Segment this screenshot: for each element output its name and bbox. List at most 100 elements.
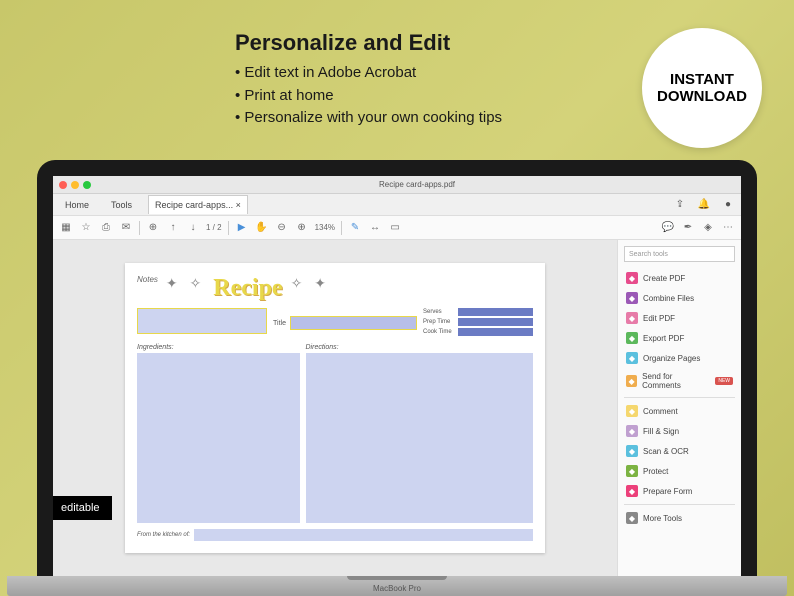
acrobat-window: Recipe card-apps.pdf Home Tools Recipe c… [53, 176, 741, 576]
tools-sidebar: Search tools ◆ Create PDF ◆ Combine Files ◆ E… [617, 240, 741, 576]
page-up-icon[interactable]: ↑ [166, 221, 180, 235]
serves-input[interactable] [458, 308, 533, 316]
tool-label: More Tools [643, 514, 682, 523]
cook-label: Cook Time [423, 329, 455, 335]
laptop-base: MacBook Pro [7, 576, 787, 596]
tool-comment[interactable]: ◆ Comment [624, 401, 735, 421]
tool-organize-pages[interactable]: ◆ Organize Pages [624, 348, 735, 368]
tool-label: Protect [643, 467, 668, 476]
edit-icon: ◆ [626, 312, 638, 324]
title-label: Title [273, 320, 286, 327]
user-icon[interactable]: ● [721, 198, 735, 212]
headline: Personalize and Edit [235, 30, 450, 56]
tool-label: Organize Pages [643, 354, 700, 363]
star-icon[interactable]: ☆ [79, 221, 93, 235]
tool-label: Send for Comments [642, 372, 708, 390]
comment-tool-icon[interactable]: 💬 [661, 221, 675, 235]
zoom-level[interactable]: 134% [315, 223, 335, 232]
print-icon[interactable]: ⎙ [99, 221, 113, 235]
zoom-out-icon[interactable]: ⊖ [275, 221, 289, 235]
tool-create-pdf[interactable]: ◆ Create PDF [624, 268, 735, 288]
bullet-list: Edit text in Adobe Acrobat Print at home… [235, 62, 502, 130]
send-icon: ◆ [626, 375, 637, 387]
tool-protect[interactable]: ◆ Protect [624, 461, 735, 481]
tool-prepare-form[interactable]: ◆ Prepare Form [624, 481, 735, 501]
search-tools-input[interactable]: Search tools [624, 246, 735, 262]
instant-download-badge: INSTANT DOWNLOAD [642, 28, 762, 148]
combine-icon: ◆ [626, 292, 638, 304]
fill-icon: ◆ [626, 425, 638, 437]
hand-tool-icon[interactable]: ✋ [255, 221, 269, 235]
serves-label: Serves [423, 309, 455, 315]
tool-label: Comment [643, 407, 678, 416]
sidebar-toggle-icon[interactable]: ▦ [59, 221, 73, 235]
ingredients-input[interactable] [137, 353, 300, 523]
tool-send-for-comments[interactable]: ◆ Send for Comments NEW [624, 368, 735, 394]
tool-export-pdf[interactable]: ◆ Export PDF [624, 328, 735, 348]
bullet-item: Personalize with your own cooking tips [235, 107, 502, 130]
sparkle-icon: ✧ ✦ [291, 275, 330, 292]
tool-scan-ocr[interactable]: ◆ Scan & OCR [624, 441, 735, 461]
tool-label: Prepare Form [643, 487, 692, 496]
mail-icon[interactable]: ✉ [119, 221, 133, 235]
cook-input[interactable] [458, 328, 533, 336]
directions-input[interactable] [306, 353, 534, 523]
read-mode-icon[interactable]: ▭ [388, 221, 402, 235]
tool-edit-pdf[interactable]: ◆ Edit PDF [624, 308, 735, 328]
toolbar: ▦ ☆ ⎙ ✉ ⊕ ↑ ↓ 1 / 2 ▶ ✋ ⊖ ⊕ 134% ✎ ↔ [53, 216, 741, 240]
stamp-tool-icon[interactable]: ◈ [701, 221, 715, 235]
recipe-card-page: Notes ✦ ✧ Recipe ✧ ✦ Title [125, 263, 545, 553]
tool-label: Create PDF [643, 274, 685, 283]
scan-icon: ◆ [626, 445, 638, 457]
maximize-icon[interactable] [83, 181, 91, 189]
sparkle-icon: ✦ ✧ [166, 275, 205, 292]
tool-label: Edit PDF [643, 314, 675, 323]
tool-label: Export PDF [643, 334, 684, 343]
bell-icon[interactable]: 🔔 [697, 198, 711, 212]
tool-combine-files[interactable]: ◆ Combine Files [624, 288, 735, 308]
fit-width-icon[interactable]: ↔ [368, 221, 382, 235]
ingredients-label: Ingredients: [137, 344, 300, 351]
more-icon: ◆ [626, 512, 638, 524]
tab-bar: Home Tools Recipe card-apps... × ⇪ 🔔 ● [53, 194, 741, 216]
notes-label: Notes [137, 275, 158, 284]
bullet-item: Edit text in Adobe Acrobat [235, 62, 502, 85]
tool-label: Fill & Sign [643, 427, 679, 436]
from-kitchen-input[interactable] [194, 529, 533, 541]
editable-tag: editable [53, 496, 112, 520]
directions-label: Directions: [306, 344, 534, 351]
laptop-mockup: Recipe card-apps.pdf Home Tools Recipe c… [37, 160, 757, 596]
find-icon[interactable]: ⊕ [146, 221, 160, 235]
notes-input[interactable] [137, 308, 267, 334]
select-tool-icon[interactable]: ▶ [235, 221, 249, 235]
tool-fill-sign[interactable]: ◆ Fill & Sign [624, 421, 735, 441]
window-title: Recipe card-apps.pdf [99, 180, 735, 189]
from-kitchen-label: From the kitchen of: [137, 532, 190, 538]
page-down-icon[interactable]: ↓ [186, 221, 200, 235]
tab-home[interactable]: Home [59, 196, 95, 214]
zoom-in-icon[interactable]: ⊕ [295, 221, 309, 235]
share-icon[interactable]: ⇪ [673, 198, 687, 212]
sign-tool-icon[interactable]: ✒ [681, 221, 695, 235]
tool-label: Scan & OCR [643, 447, 689, 456]
recipe-script-title: Recipe [213, 275, 282, 302]
protect-icon: ◆ [626, 465, 638, 477]
prep-input[interactable] [458, 318, 533, 326]
organize-icon: ◆ [626, 352, 638, 364]
document-canvas[interactable]: Artemis editable Notes ✦ ✧ Recipe ✧ ✦ [53, 240, 617, 576]
tab-tools[interactable]: Tools [105, 196, 138, 214]
highlight-icon[interactable]: ✎ [348, 221, 362, 235]
more-tool-icon[interactable]: ⋯ [721, 221, 735, 235]
close-icon[interactable] [59, 181, 67, 189]
tab-file[interactable]: Recipe card-apps... × [148, 195, 248, 214]
comment-icon: ◆ [626, 405, 638, 417]
new-badge: NEW [715, 377, 733, 385]
export-icon: ◆ [626, 332, 638, 344]
tool-label: Combine Files [643, 294, 694, 303]
prepare-icon: ◆ [626, 485, 638, 497]
tool-more-tools[interactable]: ◆ More Tools [624, 508, 735, 528]
title-input[interactable] [290, 316, 417, 330]
page-indicator: 1 / 2 [206, 223, 222, 232]
create-icon: ◆ [626, 272, 638, 284]
minimize-icon[interactable] [71, 181, 79, 189]
